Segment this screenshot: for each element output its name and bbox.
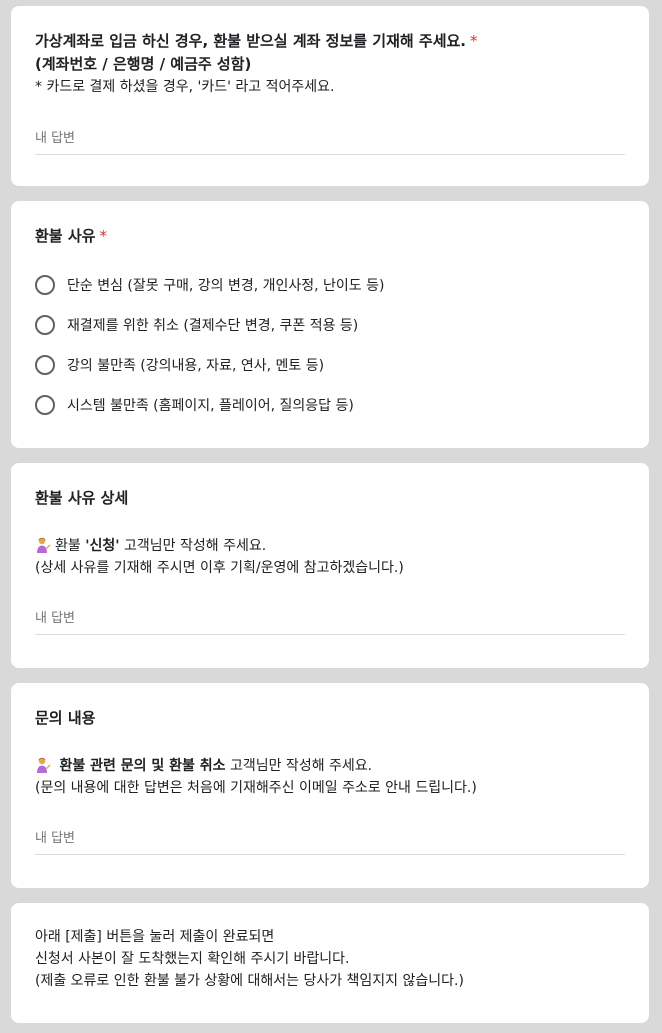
required-asterisk: * <box>470 32 478 50</box>
radio-button[interactable] <box>35 315 55 335</box>
question-title: 환불 사유 * <box>35 225 107 248</box>
question-desc-line2: (문의 내용에 대한 답변은 처음에 기재해주신 이메일 주소로 안내 드립니다… <box>35 780 477 796</box>
question-card-account-info: 가상계좌로 입금 하신 경우, 환불 받으실 계좌 정보를 기재해 주세요. * … <box>11 6 649 186</box>
answer-input-refund-detail[interactable]: 내 답변 <box>35 608 625 635</box>
answer-input-inquiry[interactable]: 내 답변 <box>35 828 625 855</box>
question-card-refund-detail: 환불 사유 상세 환불 '신청' 고객님만 작성해 주세요. (상세 사유를 기… <box>11 463 649 668</box>
radio-option-repayment[interactable]: 재결제를 위한 취소 (결제수단 변경, 쿠폰 적용 등) <box>35 313 358 337</box>
question-title-line2: (계좌번호 / 은행명 / 예금주 성함) <box>35 55 252 73</box>
notice-line2: 신청서 사본이 잘 도착했는지 확인해 주시기 바랍니다. <box>35 951 350 967</box>
question-card-refund-reason: 환불 사유 * 단순 변심 (잘못 구매, 강의 변경, 개인사정, 난이도 등)… <box>11 201 649 448</box>
radio-option-system-dissatisfaction[interactable]: 시스템 불만족 (홈페이지, 플레이어, 질의응답 등) <box>35 393 354 417</box>
desc-bold-text: '신청' <box>85 538 120 554</box>
question-desc-line1: 환불 '신청' 고객님만 작성해 주세요. <box>35 535 625 557</box>
question-note: * 카드로 결제 하셨을 경우, '카드' 라고 적어주세요. <box>35 79 335 95</box>
question-title-line1: 가상계좌로 입금 하신 경우, 환불 받으실 계좌 정보를 기재해 주세요. <box>35 32 466 50</box>
required-asterisk: * <box>99 227 107 245</box>
question-title-text: 환불 사유 <box>35 227 96 245</box>
radio-button[interactable] <box>35 355 55 375</box>
question-desc-line1: 환불 관련 문의 및 환불 취소 고객님만 작성해 주세요. <box>35 755 625 777</box>
question-card-inquiry: 문의 내용 환불 관련 문의 및 환불 취소 고객님만 작성해 주세요. (문의… <box>11 683 649 888</box>
question-title: 문의 내용 <box>35 709 96 727</box>
option-label: 단순 변심 (잘못 구매, 강의 변경, 개인사정, 난이도 등) <box>67 278 385 294</box>
radio-option-simple-change[interactable]: 단순 변심 (잘못 구매, 강의 변경, 개인사정, 난이도 등) <box>35 273 384 297</box>
answer-input-account-info[interactable]: 내 답변 <box>35 128 625 155</box>
option-label: 강의 불만족 (강의내용, 자료, 연사, 멘토 등) <box>67 358 325 374</box>
desc-text: 환불 <box>55 538 86 554</box>
radio-button[interactable] <box>35 275 55 295</box>
question-desc-line2: (상세 사유를 기재해 주시면 이후 기획/운영에 참고하겠습니다.) <box>35 560 404 576</box>
person-tipping-hand-icon <box>37 757 51 773</box>
option-label: 시스템 불만족 (홈페이지, 플레이어, 질의응답 등) <box>67 398 354 414</box>
notice-line1: 아래 [제출] 버튼을 눌러 제출이 완료되면 <box>35 929 275 945</box>
desc-text: 고객님만 작성해 주세요. <box>225 758 373 774</box>
question-title: 환불 사유 상세 <box>35 489 129 507</box>
radio-option-course-dissatisfaction[interactable]: 강의 불만족 (강의내용, 자료, 연사, 멘토 등) <box>35 353 324 377</box>
notice-line3: (제출 오류로 인한 환불 불가 상황에 대해서는 당사가 책임지지 않습니다.… <box>35 973 464 989</box>
notice-card: 아래 [제출] 버튼을 눌러 제출이 완료되면 신청서 사본이 잘 도착했는지 … <box>11 903 649 1023</box>
radio-button[interactable] <box>35 395 55 415</box>
option-label: 재결제를 위한 취소 (결제수단 변경, 쿠폰 적용 등) <box>67 318 359 334</box>
question-title: 가상계좌로 입금 하신 경우, 환불 받으실 계좌 정보를 기재해 주세요. * <box>35 30 625 53</box>
person-tipping-hand-icon <box>37 537 51 553</box>
desc-text: 고객님만 작성해 주세요. <box>119 538 267 554</box>
desc-bold-text: 환불 관련 문의 및 환불 취소 <box>59 758 226 774</box>
